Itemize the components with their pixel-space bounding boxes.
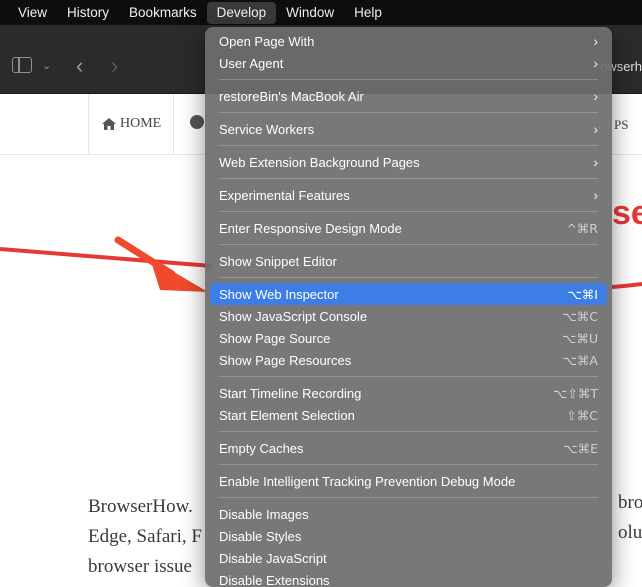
- menu-bookmarks[interactable]: Bookmarks: [119, 2, 207, 24]
- menu-item-label: Open Page With: [219, 34, 593, 49]
- menu-item-show-page-source[interactable]: Show Page Source⌥⌘U: [210, 327, 607, 349]
- menu-item-disable-extensions[interactable]: Disable Extensions: [210, 569, 607, 587]
- menu-item-show-page-resources[interactable]: Show Page Resources⌥⌘A: [210, 349, 607, 371]
- menu-item-show-snippet-editor[interactable]: Show Snippet Editor: [210, 250, 607, 272]
- menu-item-enter-responsive-design-mode[interactable]: Enter Responsive Design Mode^⌘R: [210, 217, 607, 239]
- menu-separator: [219, 431, 598, 432]
- menu-item-label: Show Web Inspector: [219, 287, 567, 302]
- menu-separator: [219, 145, 598, 146]
- menu-item-experimental-features[interactable]: Experimental Features›: [210, 184, 607, 206]
- menu-item-label: Disable JavaScript: [219, 551, 598, 566]
- chevron-right-icon: ›: [593, 154, 598, 170]
- nav-tips-fragment[interactable]: PS: [614, 117, 628, 133]
- menu-item-show-javascript-console[interactable]: Show JavaScript Console⌥⌘C: [210, 305, 607, 327]
- chevron-right-icon: ›: [593, 88, 598, 104]
- menu-separator: [219, 376, 598, 377]
- menu-item-shortcut: ⌥⌘E: [563, 441, 598, 456]
- back-arrow-icon[interactable]: ‹: [76, 53, 83, 79]
- chevron-right-icon: ›: [593, 55, 598, 71]
- menu-item-label: Start Timeline Recording: [219, 386, 553, 401]
- menu-item-shortcut: ⌥⇧⌘T: [553, 386, 598, 401]
- menu-item-label: Enter Responsive Design Mode: [219, 221, 566, 236]
- menu-separator: [219, 178, 598, 179]
- menu-item-enable-intelligent-tracking-prevention-debug-mode[interactable]: Enable Intelligent Tracking Prevention D…: [210, 470, 607, 492]
- menu-item-show-web-inspector[interactable]: Show Web Inspector⌥⌘I: [210, 283, 607, 305]
- menu-item-label: Show Page Resources: [219, 353, 563, 368]
- menu-item-shortcut: ⌥⌘A: [563, 353, 598, 368]
- menu-item-shortcut: ⇧⌘C: [566, 408, 598, 423]
- menu-item-label: Service Workers: [219, 122, 593, 137]
- nav-home-label: HOME: [120, 116, 161, 132]
- menu-item-open-page-with[interactable]: Open Page With›: [210, 30, 607, 52]
- menu-item-empty-caches[interactable]: Empty Caches⌥⌘E: [210, 437, 607, 459]
- chevron-right-icon: ›: [593, 187, 598, 203]
- menu-item-restorebin-s-macbook-air[interactable]: restoreBin's MacBook Air›: [210, 85, 607, 107]
- menu-item-label: Show Page Source: [219, 331, 562, 346]
- menu-item-label: Show JavaScript Console: [219, 309, 562, 324]
- menu-item-shortcut: ⌥⌘U: [562, 331, 598, 346]
- menu-item-label: Disable Extensions: [219, 573, 598, 587]
- chrome-icon[interactable]: [190, 115, 204, 129]
- menu-item-service-workers[interactable]: Service Workers›: [210, 118, 607, 140]
- menu-develop[interactable]: Develop: [207, 2, 277, 24]
- develop-menu-items: Open Page With›User Agent›restoreBin's M…: [205, 30, 612, 587]
- menu-item-label: Start Element Selection: [219, 408, 566, 423]
- menu-item-label: Empty Caches: [219, 441, 563, 456]
- menu-separator: [219, 112, 598, 113]
- menu-item-shortcut: ⌥⌘C: [562, 309, 598, 324]
- menu-item-label: Web Extension Background Pages: [219, 155, 593, 170]
- menu-item-shortcut: ⌥⌘I: [567, 287, 598, 302]
- menu-item-label: restoreBin's MacBook Air: [219, 89, 593, 104]
- menu-history[interactable]: History: [57, 2, 119, 24]
- menu-item-label: Enable Intelligent Tracking Prevention D…: [219, 474, 598, 489]
- home-icon: [101, 117, 117, 131]
- menu-item-web-extension-background-pages[interactable]: Web Extension Background Pages›: [210, 151, 607, 173]
- menu-separator: [219, 244, 598, 245]
- menu-item-label: Disable Images: [219, 507, 598, 522]
- menu-item-label: User Agent: [219, 56, 593, 71]
- menu-item-disable-images[interactable]: Disable Images: [210, 503, 607, 525]
- chevron-right-icon: ›: [593, 121, 598, 137]
- paragraph-fragment-right: oluti: [618, 522, 642, 544]
- menu-item-shortcut: ^⌘R: [566, 221, 598, 236]
- menu-separator: [219, 277, 598, 278]
- chevron-down-icon[interactable]: ⌄: [42, 59, 51, 72]
- sidebar-toggle-icon[interactable]: [12, 57, 32, 73]
- menu-view[interactable]: View: [0, 2, 57, 24]
- nav-home-link[interactable]: HOME: [88, 94, 174, 154]
- chevron-right-icon: ›: [593, 33, 598, 49]
- menu-item-start-timeline-recording[interactable]: Start Timeline Recording⌥⇧⌘T: [210, 382, 607, 404]
- paragraph-fragment-right: bro: [618, 492, 642, 514]
- menu-item-disable-styles[interactable]: Disable Styles: [210, 525, 607, 547]
- menu-separator: [219, 464, 598, 465]
- menu-item-label: Show Snippet Editor: [219, 254, 598, 269]
- forward-arrow-icon[interactable]: ›: [111, 53, 118, 79]
- menu-help[interactable]: Help: [344, 2, 392, 24]
- menu-item-label: Experimental Features: [219, 188, 593, 203]
- page-heading-fragment: se: [612, 194, 642, 233]
- menu-separator: [219, 79, 598, 80]
- menu-item-disable-javascript[interactable]: Disable JavaScript: [210, 547, 607, 569]
- menu-item-user-agent[interactable]: User Agent›: [210, 52, 607, 74]
- menu-item-label: Disable Styles: [219, 529, 598, 544]
- menu-separator: [219, 211, 598, 212]
- menu-separator: [219, 497, 598, 498]
- menu-window[interactable]: Window: [276, 2, 344, 24]
- develop-menu-dropdown: Open Page With›User Agent›restoreBin's M…: [205, 27, 612, 587]
- menu-item-start-element-selection[interactable]: Start Element Selection⇧⌘C: [210, 404, 607, 426]
- macos-menu-bar: View History Bookmarks Develop Window He…: [0, 0, 642, 25]
